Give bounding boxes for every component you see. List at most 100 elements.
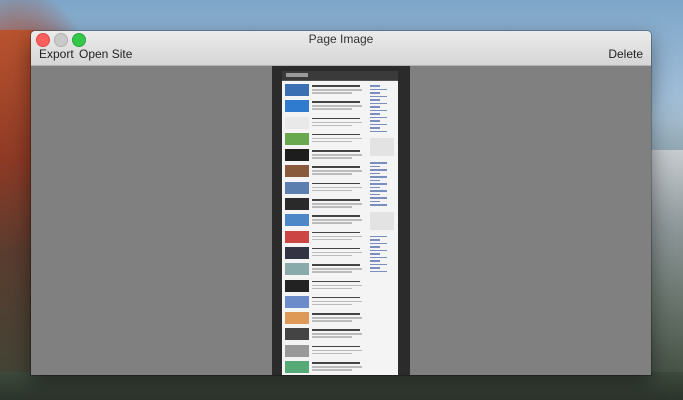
- preview-text-line: [312, 85, 360, 87]
- preview-article-item: [285, 132, 365, 147]
- export-button[interactable]: Export: [39, 47, 74, 61]
- preview-sidebar-box: [370, 138, 394, 156]
- wallpaper-rock-left: [0, 30, 34, 400]
- preview-article-thumbnail: [285, 230, 309, 243]
- preview-text-line: [312, 352, 352, 355]
- preview-sidebar-link: [370, 88, 387, 90]
- preview-article-item: [285, 312, 365, 326]
- preview-text-line: [312, 189, 352, 192]
- preview-sidebar-link: [370, 123, 387, 125]
- preview-article-thumbnail: [285, 165, 309, 178]
- preview-sidebar-link: [370, 106, 380, 108]
- preview-sidebar: [370, 85, 394, 274]
- preview-article-thumbnail: [285, 149, 309, 162]
- preview-text-line: [312, 105, 362, 107]
- preview-text-line: [312, 366, 362, 368]
- preview-sidebar-link: [370, 253, 380, 255]
- preview-text-line: [312, 222, 352, 224]
- preview-article-item: [285, 279, 365, 294]
- preview-sidebar-link: [370, 120, 380, 122]
- preview-article-thumbnail: [285, 344, 309, 357]
- preview-sidebar-link: [370, 197, 387, 199]
- preview-sidebar-link: [370, 172, 380, 174]
- preview-text-line: [312, 254, 352, 257]
- preview-sidebar-box: [370, 211, 394, 230]
- preview-text-line: [312, 296, 360, 299]
- preview-sidebar-link: [370, 99, 380, 101]
- preview-article-item: [285, 198, 365, 212]
- preview-sidebar-link: [370, 200, 380, 202]
- preview-text-line: [312, 284, 362, 287]
- preview-text-line: [312, 300, 362, 303]
- preview-article-item: [285, 230, 365, 245]
- preview-text-line: [312, 287, 352, 290]
- preview-text-line: [312, 247, 360, 250]
- preview-article-item: [285, 246, 365, 261]
- preview-text-line: [312, 121, 362, 124]
- preview-text-line: [312, 133, 360, 136]
- preview-sidebar-link: [370, 239, 380, 241]
- preview-site-logo: [286, 73, 308, 77]
- preview-article-item: [285, 295, 365, 310]
- preview-sidebar-link: [370, 116, 387, 118]
- preview-text-line: [312, 303, 352, 306]
- preview-article-thumbnail: [285, 198, 309, 211]
- preview-article-item: [285, 361, 365, 375]
- preview-article-thumbnail: [285, 84, 309, 96]
- preview-text-line: [312, 117, 360, 120]
- preview-sidebar-link: [370, 193, 380, 195]
- preview-article-thumbnail: [285, 100, 309, 113]
- preview-text-line: [312, 166, 360, 168]
- preview-text-line: [312, 329, 360, 331]
- preview-text-line: [312, 333, 362, 335]
- preview-article-item: [285, 328, 365, 342]
- image-viewer-area[interactable]: [31, 66, 651, 375]
- preview-text-line: [312, 264, 360, 266]
- preview-article-thumbnail: [285, 312, 309, 325]
- preview-text-line: [312, 170, 362, 172]
- preview-sidebar-link: [370, 260, 380, 262]
- preview-sidebar-link: [370, 92, 380, 94]
- wallpaper-rock-right: [649, 150, 683, 400]
- preview-text-line: [312, 186, 362, 189]
- preview-sidebar-link: [370, 113, 380, 115]
- preview-sidebar-link: [370, 256, 387, 258]
- open-site-button[interactable]: Open Site: [79, 47, 132, 61]
- preview-sidebar-link: [370, 176, 387, 178]
- preview-text-line: [312, 320, 352, 322]
- preview-text-line: [312, 124, 352, 127]
- preview-sidebar-link: [370, 204, 387, 206]
- preview-text-line: [312, 101, 360, 103]
- preview-sidebar-link: [370, 169, 387, 171]
- page-screenshot-preview[interactable]: [272, 66, 410, 375]
- preview-text-line: [312, 345, 360, 348]
- preview-sidebar-link: [370, 183, 387, 185]
- preview-text-line: [312, 369, 352, 371]
- delete-button[interactable]: Delete: [608, 47, 643, 61]
- preview-text-line: [312, 182, 360, 185]
- preview-article-item: [285, 214, 365, 228]
- window-title: Page Image: [308, 32, 374, 46]
- preview-text-line: [312, 89, 362, 91]
- preview-article-list: [285, 84, 365, 375]
- preview-text-line: [312, 251, 362, 254]
- preview-text-line: [312, 92, 352, 94]
- page-image-window: Page Image Export Open Site Delete: [31, 31, 651, 375]
- preview-sidebar-link: [370, 179, 380, 181]
- preview-sidebar-link: [370, 246, 380, 248]
- preview-article-item: [285, 100, 365, 114]
- preview-text-line: [312, 280, 360, 283]
- preview-article-thumbnail: [285, 181, 309, 194]
- preview-article-thumbnail: [285, 214, 309, 227]
- preview-text-line: [312, 140, 352, 143]
- preview-sidebar-link: [370, 165, 380, 167]
- preview-sidebar-link: [370, 95, 387, 97]
- preview-sidebar-link: [370, 235, 387, 237]
- preview-text-line: [312, 108, 352, 110]
- preview-sidebar-link: [370, 127, 380, 129]
- preview-text-line: [312, 206, 352, 208]
- preview-text-line: [312, 219, 362, 221]
- preview-article-item: [285, 149, 365, 163]
- preview-article-item: [285, 263, 365, 277]
- title-bar[interactable]: Page Image Export Open Site Delete: [31, 31, 651, 66]
